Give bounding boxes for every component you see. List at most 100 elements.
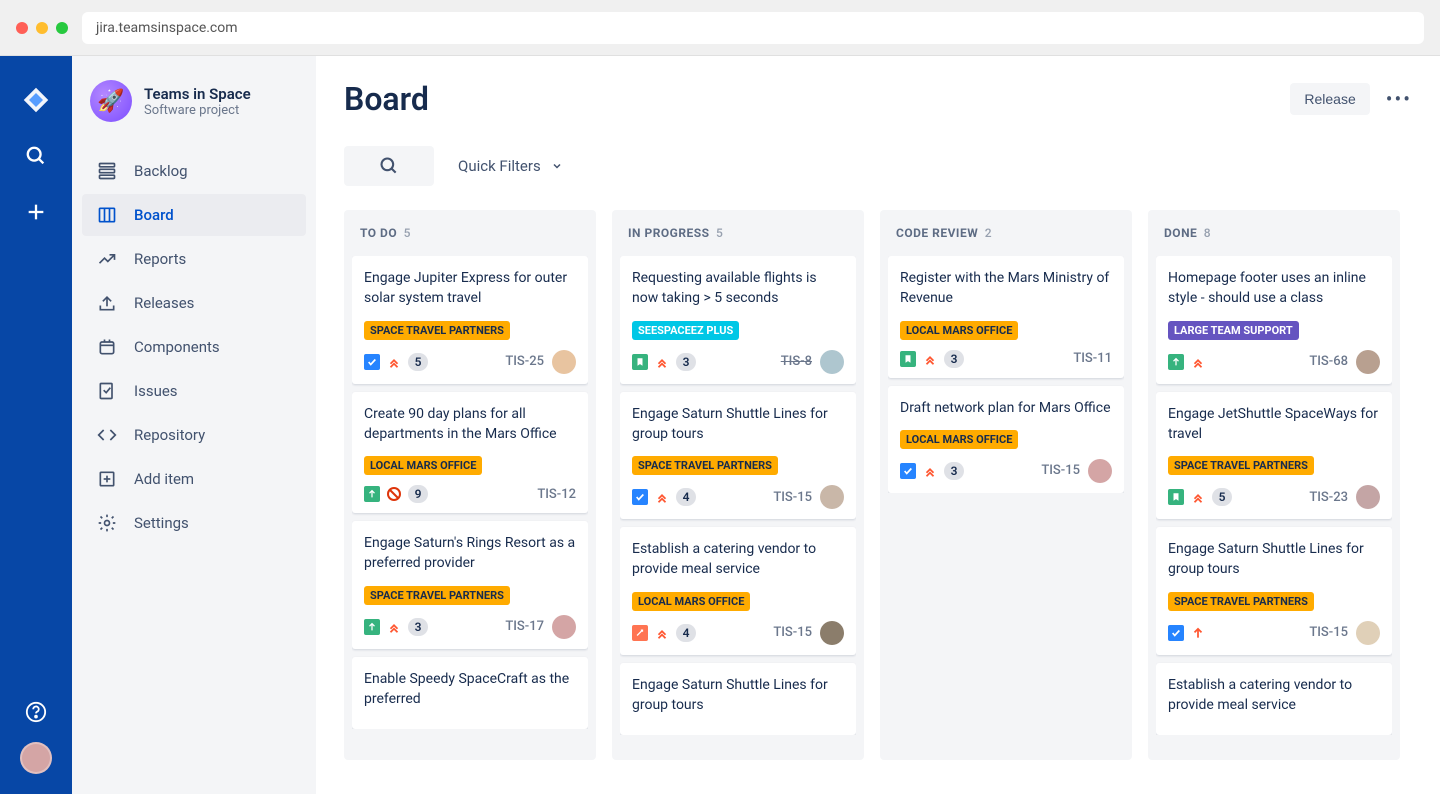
sidebar-item-reports[interactable]: Reports bbox=[82, 238, 306, 280]
traffic-lights bbox=[16, 22, 68, 34]
story-type-icon bbox=[364, 619, 380, 635]
issue-card[interactable]: Engage Jupiter Express for outer solar s… bbox=[352, 256, 588, 384]
issues-icon bbox=[96, 380, 118, 402]
search-icon[interactable] bbox=[22, 142, 50, 170]
column-header: CODE REVIEW 2 bbox=[888, 222, 1124, 248]
issue-card[interactable]: Homepage footer uses an inline style - s… bbox=[1156, 256, 1392, 384]
sidebar-item-label: Reports bbox=[134, 250, 186, 268]
assignee-avatar[interactable] bbox=[1088, 459, 1112, 483]
issue-key: TIS-15 bbox=[1041, 463, 1080, 478]
assignee-avatar[interactable] bbox=[1356, 350, 1380, 374]
assignee-avatar[interactable] bbox=[1356, 621, 1380, 645]
assignee-avatar[interactable] bbox=[552, 615, 576, 639]
column-title: DONE bbox=[1164, 226, 1197, 240]
change-type-icon bbox=[632, 625, 648, 641]
task-type-icon bbox=[632, 489, 648, 505]
card-title: Draft network plan for Mars Office bbox=[900, 398, 1112, 418]
sidebar-item-repository[interactable]: Repository bbox=[82, 414, 306, 456]
epic-label: SEESPACEEZ PLUS bbox=[632, 321, 739, 340]
task-type-icon bbox=[364, 354, 380, 370]
story-type-icon bbox=[632, 354, 648, 370]
minimize-window-button[interactable] bbox=[36, 22, 48, 34]
help-icon[interactable] bbox=[22, 698, 50, 726]
column-header: IN PROGRESS 5 bbox=[620, 222, 856, 248]
jira-logo-icon[interactable] bbox=[22, 86, 50, 114]
issue-card[interactable]: Engage JetShuttle SpaceWays for travel S… bbox=[1156, 392, 1392, 520]
gear-icon bbox=[96, 512, 118, 534]
issue-card[interactable]: Draft network plan for Mars Office LOCAL… bbox=[888, 386, 1124, 493]
story-points: 3 bbox=[676, 353, 696, 371]
sidebar-item-label: Add item bbox=[134, 470, 194, 488]
epic-label: SPACE TRAVEL PARTNERS bbox=[1168, 592, 1314, 611]
sidebar-item-issues[interactable]: Issues bbox=[82, 370, 306, 412]
task-type-icon bbox=[1168, 625, 1184, 641]
sidebar-item-backlog[interactable]: Backlog bbox=[82, 150, 306, 192]
more-icon[interactable]: ••• bbox=[1386, 87, 1412, 111]
card-title: Establish a catering vendor to provide m… bbox=[632, 539, 844, 580]
sidebar-item-label: Backlog bbox=[134, 162, 188, 180]
task-type-icon bbox=[900, 463, 916, 479]
board-columns: TO DO 5 Engage Jupiter Express for outer… bbox=[344, 210, 1412, 760]
story-points: 4 bbox=[676, 624, 696, 642]
priority-highest-icon bbox=[654, 625, 670, 641]
create-icon[interactable] bbox=[22, 198, 50, 226]
epic-label: SPACE TRAVEL PARTNERS bbox=[632, 456, 778, 475]
sidebar-item-settings[interactable]: Settings bbox=[82, 502, 306, 544]
story-points: 5 bbox=[1212, 488, 1232, 506]
issue-card[interactable]: Register with the Mars Ministry of Reven… bbox=[888, 256, 1124, 378]
card-title: Engage Saturn Shuttle Lines for group to… bbox=[632, 675, 844, 716]
release-button[interactable]: Release bbox=[1290, 83, 1369, 115]
releases-icon bbox=[96, 292, 118, 314]
issue-card[interactable]: Engage Saturn Shuttle Lines for group to… bbox=[620, 663, 856, 736]
sidebar-item-releases[interactable]: Releases bbox=[82, 282, 306, 324]
backlog-icon bbox=[96, 160, 118, 182]
sidebar-item-add[interactable]: Add item bbox=[82, 458, 306, 500]
card-title: Engage JetShuttle SpaceWays for travel bbox=[1168, 404, 1380, 445]
sidebar-item-components[interactable]: Components bbox=[82, 326, 306, 368]
column-header: TO DO 5 bbox=[352, 222, 588, 248]
epic-label: LOCAL MARS OFFICE bbox=[900, 430, 1018, 449]
issue-key: TIS-15 bbox=[773, 490, 812, 505]
assignee-avatar[interactable] bbox=[820, 621, 844, 645]
story-type-icon bbox=[1168, 354, 1184, 370]
page-title: Board bbox=[344, 80, 429, 118]
assignee-avatar[interactable] bbox=[820, 350, 844, 374]
issue-key: TIS-23 bbox=[1309, 490, 1348, 505]
project-header[interactable]: 🚀 Teams in Space Software project bbox=[82, 80, 306, 150]
issue-card[interactable]: Create 90 day plans for all departments … bbox=[352, 392, 588, 514]
story-type-icon bbox=[900, 351, 916, 367]
epic-label: LOCAL MARS OFFICE bbox=[900, 321, 1018, 340]
issue-card[interactable]: Engage Saturn Shuttle Lines for group to… bbox=[1156, 527, 1392, 655]
user-avatar[interactable] bbox=[20, 742, 52, 774]
issue-key: TIS-12 bbox=[537, 487, 576, 502]
issue-card[interactable]: Requesting available flights is now taki… bbox=[620, 256, 856, 384]
url-bar[interactable]: jira.teamsinspace.com bbox=[82, 12, 1424, 44]
add-icon bbox=[96, 468, 118, 490]
priority-high-icon bbox=[1190, 625, 1206, 641]
epic-label: LOCAL MARS OFFICE bbox=[632, 592, 750, 611]
priority-highest-icon bbox=[386, 354, 402, 370]
column-code-review: CODE REVIEW 2 Register with the Mars Min… bbox=[880, 210, 1132, 760]
maximize-window-button[interactable] bbox=[56, 22, 68, 34]
issue-card[interactable]: Engage Saturn's Rings Resort as a prefer… bbox=[352, 521, 588, 649]
epic-label: LOCAL MARS OFFICE bbox=[364, 456, 482, 475]
story-points: 3 bbox=[944, 462, 964, 480]
issue-card[interactable]: Enable Speedy SpaceCraft as the preferre… bbox=[352, 657, 588, 730]
issue-key: TIS-15 bbox=[1309, 625, 1348, 640]
close-window-button[interactable] bbox=[16, 22, 28, 34]
assignee-avatar[interactable] bbox=[1356, 485, 1380, 509]
issue-card[interactable]: Engage Saturn Shuttle Lines for group to… bbox=[620, 392, 856, 520]
assignee-avatar[interactable] bbox=[552, 350, 576, 374]
column-count: 5 bbox=[716, 226, 723, 240]
chevron-down-icon bbox=[551, 160, 563, 172]
story-points: 4 bbox=[676, 488, 696, 506]
assignee-avatar[interactable] bbox=[820, 485, 844, 509]
issue-card[interactable]: Establish a catering vendor to provide m… bbox=[620, 527, 856, 655]
main-content: Board Release ••• Quick Filters TO DO 5 bbox=[316, 56, 1440, 794]
quick-filters-dropdown[interactable]: Quick Filters bbox=[458, 157, 563, 175]
story-type-icon bbox=[364, 486, 380, 502]
board-search[interactable] bbox=[344, 146, 434, 186]
sidebar-item-board[interactable]: Board bbox=[82, 194, 306, 236]
card-title: Enable Speedy SpaceCraft as the preferre… bbox=[364, 669, 576, 710]
issue-card[interactable]: Establish a catering vendor to provide m… bbox=[1156, 663, 1392, 736]
